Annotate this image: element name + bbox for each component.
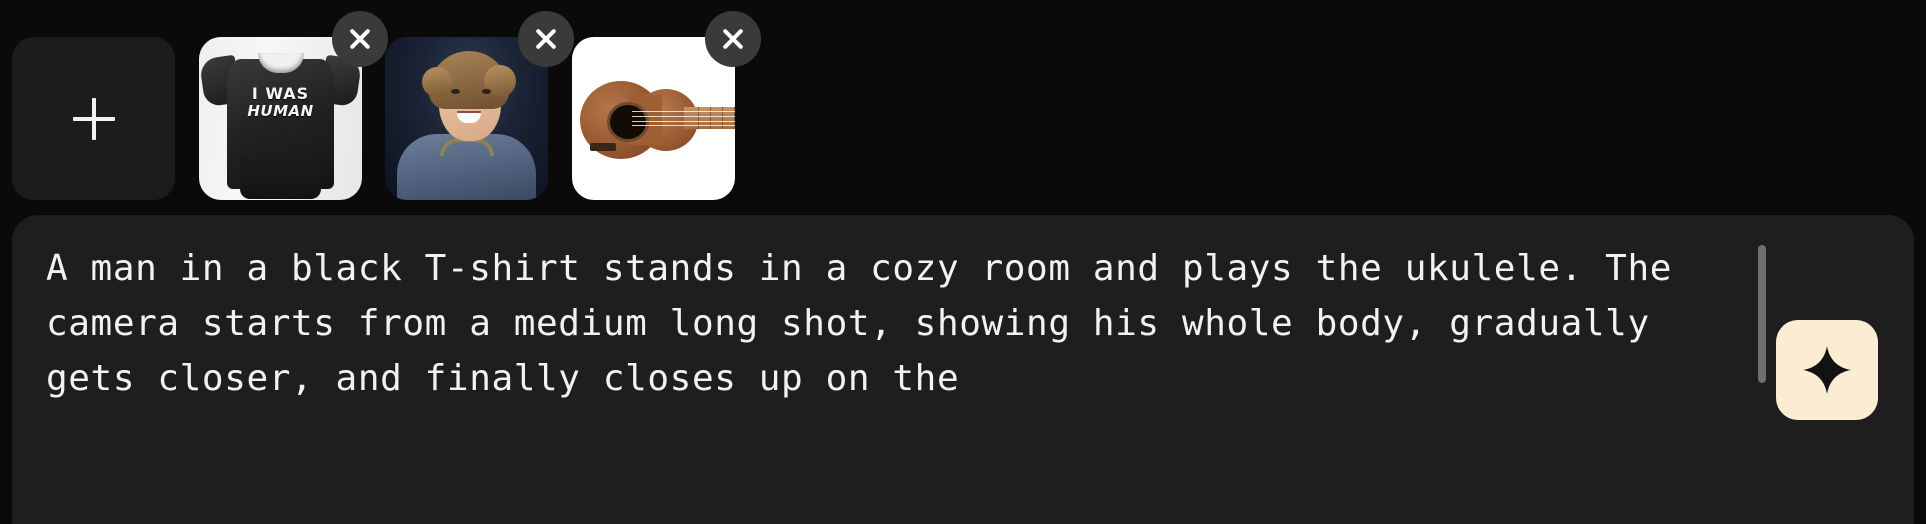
sparkle-icon xyxy=(1801,344,1853,396)
plus-icon xyxy=(72,97,115,140)
prompt-input[interactable]: A man in a black T-shirt stands in a coz… xyxy=(46,241,1758,406)
portrait-eye-right xyxy=(482,89,491,94)
tshirt-print-text: I WAS HUMAN xyxy=(247,84,314,121)
ukulele-strings xyxy=(632,110,735,126)
prompt-scrollbar-thumb[interactable] xyxy=(1758,245,1766,383)
remove-thumbnail-button-0[interactable] xyxy=(332,11,388,67)
tshirt-print-line2: HUMAN xyxy=(247,102,314,121)
thumbnail-black-tshirt-image: I WAS HUMAN xyxy=(199,37,362,200)
portrait-eye-left xyxy=(451,89,460,94)
tshirt-hem xyxy=(240,157,321,199)
ukulele-artwork xyxy=(572,37,735,200)
reference-image-strip: I WAS HUMAN xyxy=(0,0,1926,215)
remove-thumbnail-button-2[interactable] xyxy=(705,11,761,67)
prompt-composer-screen: I WAS HUMAN A man in a black T-shirt sta… xyxy=(0,0,1926,524)
thumbnail-black-tshirt[interactable]: I WAS HUMAN xyxy=(199,11,388,200)
tshirt-artwork: I WAS HUMAN xyxy=(199,37,362,200)
remove-thumbnail-button-1[interactable] xyxy=(518,11,574,67)
tshirt-print-line1: I WAS xyxy=(251,84,310,103)
thumbnail-man-portrait-image xyxy=(385,37,548,200)
add-image-button[interactable] xyxy=(12,37,175,200)
portrait-hair xyxy=(422,51,516,109)
close-x-icon xyxy=(720,26,746,52)
thumbnail-man-portrait[interactable] xyxy=(385,11,574,200)
generate-button[interactable] xyxy=(1776,320,1878,420)
thumbnail-ukulele-image xyxy=(572,37,735,200)
portrait-artwork xyxy=(385,37,548,200)
portrait-sweater xyxy=(397,134,536,200)
prompt-scrollbar[interactable] xyxy=(1758,245,1766,405)
prompt-panel: A man in a black T-shirt stands in a coz… xyxy=(12,215,1914,524)
close-x-icon xyxy=(347,26,373,52)
thumbnail-ukulele[interactable] xyxy=(572,11,761,200)
close-x-icon xyxy=(533,26,559,52)
add-image-surface xyxy=(12,37,175,200)
ukulele-bridge xyxy=(590,143,616,151)
